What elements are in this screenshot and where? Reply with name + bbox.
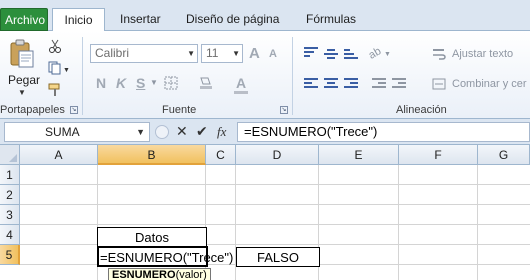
- enter-icon[interactable]: ✔: [196, 123, 208, 140]
- tooltip-args: (valor): [175, 269, 207, 280]
- svg-text:▼: ▼: [384, 51, 391, 58]
- merge-center-icon[interactable]: [432, 77, 446, 94]
- font-color-swatch: [234, 91, 248, 94]
- clipboard-launcher-icon[interactable]: ↘: [70, 106, 78, 114]
- gridline: [477, 165, 478, 280]
- svg-text:▼: ▼: [63, 67, 70, 74]
- copy-icon[interactable]: ▼: [48, 61, 70, 78]
- tab-file[interactable]: Archivo: [0, 8, 48, 31]
- font-size-combo[interactable]: 11 ▼: [201, 44, 243, 63]
- gridline: [398, 165, 399, 280]
- group-divider: [82, 37, 83, 115]
- paste-button-label[interactable]: Pegar: [8, 73, 40, 87]
- alignment-group-label: Alineación: [396, 104, 447, 116]
- worksheet-grid: A B C D E F G 1 2 3 4 5 Datos =ESNUMERO(…: [0, 145, 530, 280]
- paste-icon[interactable]: [8, 39, 36, 68]
- column-header-a[interactable]: A: [20, 145, 98, 165]
- wrap-text-icon[interactable]: [432, 47, 446, 64]
- column-header-g[interactable]: G: [478, 145, 530, 165]
- chevron-down-icon[interactable]: ▼: [150, 78, 158, 87]
- column-header-b[interactable]: B: [98, 145, 206, 165]
- function-tooltip: ESNUMERO(valor): [108, 268, 211, 280]
- font-size-value: 11: [206, 46, 219, 60]
- font-name-value: Calibri: [95, 46, 130, 60]
- paste-dropdown-icon[interactable]: ▼: [18, 88, 26, 97]
- svg-text:ab: ab: [368, 45, 383, 60]
- row-header-1[interactable]: 1: [0, 165, 20, 185]
- orientation-icon[interactable]: ab ▼: [367, 44, 392, 63]
- select-all-button[interactable]: [0, 145, 20, 165]
- align-center-icon[interactable]: [324, 78, 338, 90]
- align-bottom-icon[interactable]: [344, 49, 358, 61]
- align-top-icon[interactable]: [304, 47, 318, 59]
- tab-insert[interactable]: Insertar: [112, 8, 169, 31]
- insert-function-icon[interactable]: fx: [217, 124, 226, 140]
- gridline: [20, 204, 530, 205]
- chevron-down-icon: ▼: [232, 49, 240, 58]
- italic-button[interactable]: K: [116, 75, 126, 91]
- formula-bar-resize-handle[interactable]: [155, 125, 169, 139]
- bold-button[interactable]: N: [96, 75, 106, 91]
- name-box-value: SUMA: [45, 125, 80, 139]
- font-launcher-icon[interactable]: ↘: [280, 106, 288, 114]
- group-divider: [292, 37, 293, 115]
- row-header-5[interactable]: 5: [0, 245, 20, 265]
- ribbon-tab-bar: Archivo Inicio Insertar Diseño de página…: [0, 0, 530, 32]
- column-header-d[interactable]: D: [236, 145, 319, 165]
- row-header-2[interactable]: 2: [0, 185, 20, 205]
- column-header-f[interactable]: F: [399, 145, 478, 165]
- cell-b4[interactable]: Datos: [97, 227, 207, 247]
- format-painter-icon[interactable]: [48, 83, 62, 100]
- cut-icon[interactable]: [48, 39, 62, 56]
- underline-button[interactable]: S: [136, 75, 145, 91]
- tooltip-function-name[interactable]: ESNUMERO: [112, 269, 176, 280]
- clipboard-group-label: Portapapeles: [0, 104, 65, 116]
- grow-font-button[interactable]: A: [249, 45, 260, 62]
- align-middle-icon[interactable]: [324, 49, 338, 61]
- increase-indent-icon[interactable]: [392, 78, 406, 90]
- tab-home[interactable]: Inicio: [52, 8, 105, 32]
- merge-center-button[interactable]: Combinar y cer: [452, 78, 527, 90]
- chevron-down-icon: ▼: [187, 49, 195, 58]
- gridline: [20, 224, 530, 225]
- row-header-4[interactable]: 4: [0, 225, 20, 245]
- chevron-down-icon: ▼: [136, 127, 145, 137]
- tab-page-layout[interactable]: Diseño de página: [178, 8, 287, 31]
- decrease-indent-icon[interactable]: [372, 78, 386, 90]
- font-color-button[interactable]: A: [236, 75, 246, 91]
- name-box[interactable]: SUMA ▼: [4, 122, 150, 142]
- cell-b5[interactable]: =ESNUMERO("Trece"): [97, 246, 233, 267]
- fill-color-icon[interactable]: [198, 76, 214, 93]
- formula-input[interactable]: =ESNUMERO("Trece"): [237, 122, 530, 142]
- font-name-combo[interactable]: Calibri ▼: [90, 44, 198, 63]
- row-header-3[interactable]: 3: [0, 205, 20, 225]
- align-left-icon[interactable]: [304, 78, 318, 90]
- column-header-e[interactable]: E: [319, 145, 399, 165]
- gridline: [20, 184, 530, 185]
- cell-d5[interactable]: FALSO: [236, 247, 320, 267]
- align-right-icon[interactable]: [344, 78, 358, 90]
- ribbon-home: Pegar ▼ ▼ Portapapeles ↘ Calibri ▼ 11 ▼ …: [0, 31, 530, 119]
- tab-formulas[interactable]: Fórmulas: [298, 8, 364, 31]
- shrink-font-button[interactable]: A: [269, 48, 277, 60]
- formula-bar: SUMA ▼ ✕ ✔ fx =ESNUMERO("Trece"): [0, 119, 530, 145]
- wrap-text-button[interactable]: Ajustar texto: [452, 48, 513, 60]
- font-group-label: Fuente: [162, 104, 197, 116]
- column-header-c[interactable]: C: [206, 145, 236, 165]
- borders-icon[interactable]: [164, 76, 178, 93]
- cancel-icon[interactable]: ✕: [176, 123, 188, 140]
